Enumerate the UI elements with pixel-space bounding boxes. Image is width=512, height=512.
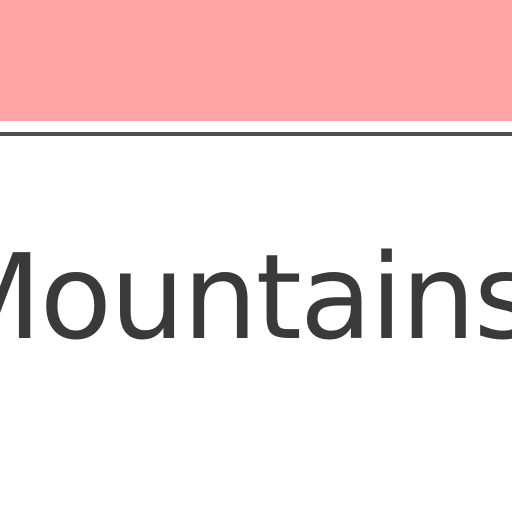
header-bar bbox=[0, 0, 512, 121]
app-viewport: Mountains:I bbox=[0, 0, 512, 512]
setting-label: Mountains: bbox=[0, 228, 512, 366]
setting-row: Mountains:I bbox=[0, 238, 512, 356]
